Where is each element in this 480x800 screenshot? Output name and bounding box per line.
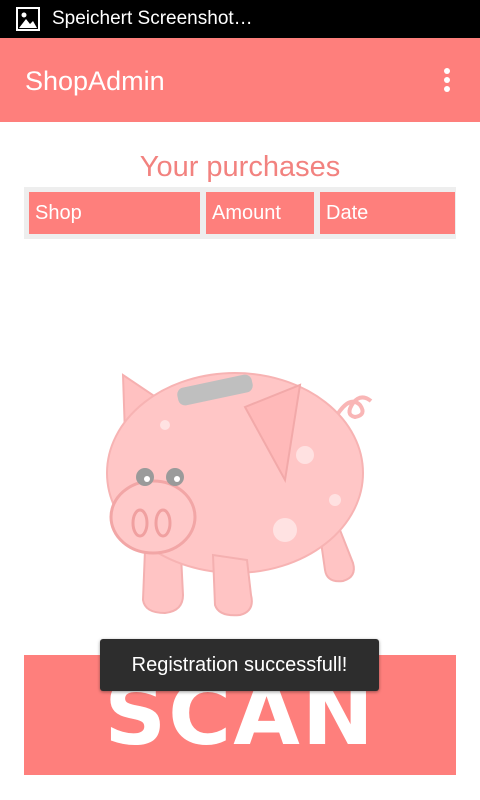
column-header-shop: Shop — [29, 192, 200, 234]
toast-message: Registration successfull! — [100, 639, 379, 691]
action-bar: ShopAdmin — [0, 38, 480, 122]
status-bar: Speichert Screenshot… — [0, 0, 480, 38]
purchases-table: Shop Amount Date — [24, 187, 456, 239]
page-title: Your purchases — [139, 151, 341, 183]
image-icon — [16, 7, 40, 31]
piggy-bank-icon — [106, 372, 373, 617]
column-header-date: Date — [320, 192, 455, 234]
app-title: ShopAdmin — [25, 66, 165, 96]
column-header-amount: Amount — [206, 192, 314, 234]
overflow-menu-icon[interactable] — [434, 64, 460, 96]
status-notification-text: Speichert Screenshot… — [52, 8, 253, 29]
